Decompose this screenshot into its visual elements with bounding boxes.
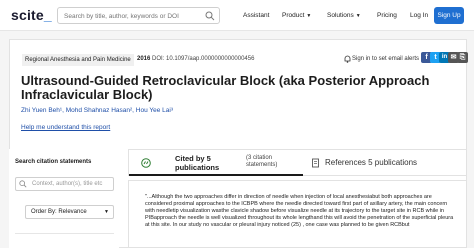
- search-box[interactable]: [57, 7, 220, 24]
- search-icon[interactable]: [205, 11, 215, 21]
- chevron-down-icon: ▼: [104, 209, 109, 215]
- chevron-down-icon: ▼: [306, 13, 312, 19]
- order-by-label: Order By: Relevance: [31, 209, 87, 215]
- author-list[interactable]: Zhi Yuen Beh¹, Mohd Shahnaz Hasan², Hou …: [21, 107, 173, 114]
- tab-references[interactable]: References 5 publications: [305, 150, 467, 176]
- order-by-select[interactable]: Order By: Relevance ▼: [25, 205, 114, 219]
- article-title: Ultrasound-Guided Retroclavicular Block …: [21, 73, 430, 102]
- cited-by-title: Cited by 5 publications: [175, 154, 220, 172]
- top-nav-bar: scite_ Assistant Product▼ Solutions▼ Pri…: [0, 0, 474, 31]
- search-icon: [19, 180, 27, 188]
- nav-pricing[interactable]: Pricing: [377, 12, 397, 19]
- tab-cited-by[interactable]: Cited by 5 publications (3 citation stat…: [129, 150, 303, 176]
- bell-icon[interactable]: [344, 55, 351, 63]
- citation-search-heading: Search citation statements: [15, 159, 92, 165]
- cited-by-statements: (3 citation statements): [246, 155, 278, 168]
- journal-badge[interactable]: Regional Anesthesia and Pain Medicine: [22, 54, 134, 66]
- publication-year: 2016: [137, 56, 151, 62]
- references-label: References 5 publications: [325, 158, 418, 167]
- citation-search-panel: Search citation statements Context, auth…: [9, 149, 119, 248]
- chevron-down-icon: ▼: [355, 13, 361, 19]
- search-input[interactable]: [64, 11, 206, 22]
- citation-statement-text: "...Although the two approaches differ i…: [145, 194, 454, 228]
- nav-product[interactable]: Product ▼: [282, 12, 311, 19]
- citation-tabs: Cited by 5 publications (3 citation stat…: [128, 149, 467, 176]
- scite-logo[interactable]: scite_: [11, 7, 52, 23]
- quote-icon: [141, 158, 151, 168]
- logo-underscore: _: [43, 7, 52, 23]
- context-search-field[interactable]: Context, author(s), title etc: [15, 177, 114, 191]
- nav-solutions[interactable]: Solutions ▼: [327, 12, 361, 19]
- citation-statement: "...Although the two approaches differ i…: [128, 180, 467, 248]
- nav-log-in[interactable]: Log In: [410, 12, 428, 19]
- doi-link[interactable]: DOI: 10.1097/aap.0000000000000456: [152, 56, 254, 62]
- references-icon: [312, 158, 319, 168]
- divider: [15, 233, 114, 234]
- nav-product-label: Product: [282, 12, 305, 19]
- help-understand-link[interactable]: Help me understand this report: [21, 124, 110, 131]
- copy-link-icon[interactable]: ⎘: [457, 52, 468, 63]
- nav-assistant[interactable]: Assistant: [243, 12, 269, 19]
- nav-solutions-label: Solutions: [327, 12, 354, 19]
- logo-text: scite: [11, 7, 44, 23]
- context-search-placeholder: Context, author(s), title etc: [32, 181, 103, 187]
- sign-up-button[interactable]: Sign Up: [434, 7, 464, 24]
- email-alerts-link[interactable]: Sign in to set email alerts: [352, 56, 419, 62]
